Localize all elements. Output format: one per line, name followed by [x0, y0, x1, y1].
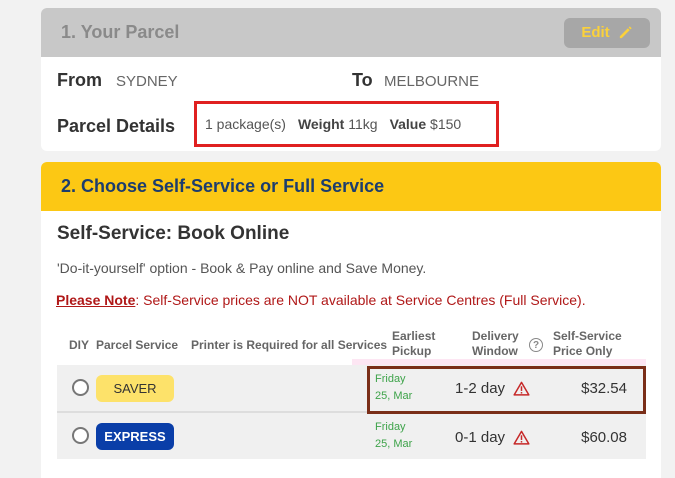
express-price: $60.08	[581, 429, 627, 446]
header-printer: Printer is Required for all Services	[191, 338, 388, 352]
note-text: : Self-Service prices are NOT available …	[135, 292, 586, 308]
parcel-details-summary: 1 package(s) Weight 11kg Value $150	[194, 101, 499, 147]
saver-badge: SAVER	[96, 375, 174, 402]
parcel-card-title: 1. Your Parcel	[61, 22, 180, 42]
to-label: To	[352, 70, 373, 90]
edit-button[interactable]: Edit	[564, 17, 650, 48]
self-service-title: Self-Service: Book Online	[57, 223, 290, 244]
saver-radio[interactable]	[72, 379, 89, 396]
header-earliest-pickup: Earliest Pickup	[392, 329, 436, 358]
price-note: Please Note: Self-Service prices are NOT…	[56, 292, 586, 308]
weight-value: 11kg	[348, 116, 378, 132]
express-delivery-window: 0-1 day	[455, 429, 530, 446]
header-delivery-window: Delivery Window	[472, 329, 519, 358]
value-label: Value	[389, 116, 427, 132]
warning-triangle-icon	[513, 430, 530, 445]
edit-button-label: Edit	[581, 24, 610, 41]
service-card-title: 2. Choose Self-Service or Full Service	[61, 176, 385, 196]
from-value: SYDNEY	[116, 73, 178, 90]
please-note-link[interactable]: Please Note	[56, 292, 135, 308]
header-diy: DIY	[69, 338, 90, 352]
to-value: MELBOURNE	[384, 73, 480, 90]
express-pickup: Friday 25, Mar	[375, 421, 413, 450]
parcel-card-header: 1. Your Parcel Edit	[41, 8, 661, 57]
service-card: 2. Choose Self-Service or Full Service S…	[41, 162, 661, 478]
express-badge: EXPRESS	[96, 423, 174, 450]
pencil-icon	[619, 26, 632, 39]
packages-count: 1 package(s)	[205, 116, 286, 132]
value-amount: $150	[430, 116, 462, 132]
from-label: From	[57, 70, 102, 90]
express-radio[interactable]	[72, 427, 89, 444]
header-parcel-service: Parcel Service	[96, 338, 179, 352]
help-circle-icon[interactable]: ?	[529, 338, 543, 352]
selected-option-highlight	[367, 366, 646, 414]
header-self-service-price: Self-Service Price Only	[553, 329, 622, 358]
parcel-details-label: Parcel Details	[57, 116, 176, 136]
self-service-description: 'Do-it-yourself' option - Book & Pay onl…	[57, 260, 427, 276]
weight-label: Weight	[297, 116, 345, 132]
service-card-header: 2. Choose Self-Service or Full Service	[41, 162, 661, 211]
